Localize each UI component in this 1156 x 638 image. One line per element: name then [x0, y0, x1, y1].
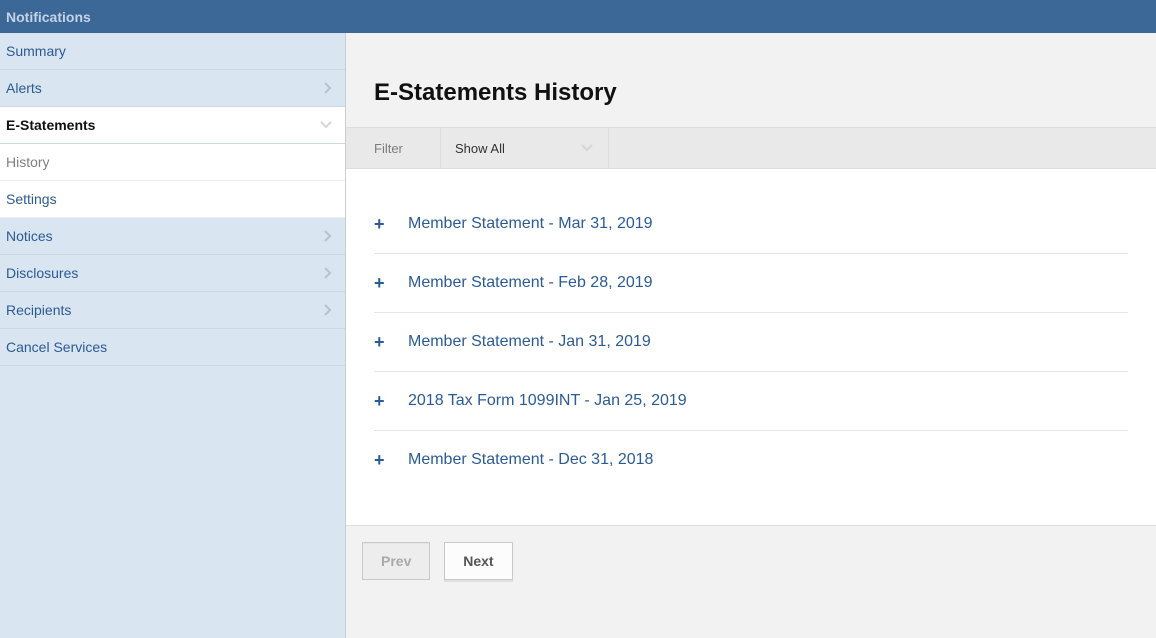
- statements-list: + Member Statement - Mar 31, 2019 + Memb…: [346, 169, 1156, 525]
- sidebar-item-summary[interactable]: Summary: [0, 33, 345, 70]
- sidebar-item-label: Alerts: [6, 80, 42, 96]
- chevron-right-icon: [323, 266, 333, 280]
- expand-icon: +: [374, 392, 408, 410]
- sidebar-item-label: Cancel Services: [6, 339, 107, 355]
- sidebar-item-label: Disclosures: [6, 265, 78, 281]
- sidebar-item-alerts[interactable]: Alerts: [0, 70, 345, 107]
- sidebar-item-disclosures[interactable]: Disclosures: [0, 255, 345, 292]
- chevron-down-icon: [580, 143, 594, 153]
- statement-label: Member Statement - Mar 31, 2019: [408, 215, 653, 233]
- sidebar-item-notices[interactable]: Notices: [0, 218, 345, 255]
- sidebar-item-label: Settings: [6, 191, 57, 207]
- statement-label: Member Statement - Feb 28, 2019: [408, 274, 653, 292]
- prev-button: Prev: [362, 542, 430, 580]
- sidebar-item-label: Summary: [6, 43, 66, 59]
- sidebar-item-cancel-services[interactable]: Cancel Services: [0, 329, 345, 366]
- expand-icon: +: [374, 215, 408, 233]
- filter-select-value: Show All: [455, 141, 505, 156]
- statement-label: 2018 Tax Form 1099INT - Jan 25, 2019: [408, 392, 687, 410]
- chevron-right-icon: [323, 303, 333, 317]
- statement-row[interactable]: + Member Statement - Mar 31, 2019: [374, 195, 1128, 254]
- sidebar-item-label: History: [6, 154, 50, 170]
- chevron-down-icon: [319, 120, 333, 130]
- expand-icon: +: [374, 274, 408, 292]
- chevron-right-icon: [323, 81, 333, 95]
- expand-icon: +: [374, 333, 408, 351]
- sidebar-item-e-statements[interactable]: E-Statements: [0, 107, 345, 144]
- sidebar-item-history[interactable]: History: [0, 144, 345, 181]
- filter-label: Filter: [346, 128, 441, 168]
- next-button[interactable]: Next: [444, 542, 512, 580]
- pager: Prev Next: [346, 525, 1156, 604]
- statement-label: Member Statement - Dec 31, 2018: [408, 451, 653, 469]
- statement-row[interactable]: + Member Statement - Feb 28, 2019: [374, 254, 1128, 313]
- page-title: E-Statements History: [374, 79, 1156, 107]
- statement-row[interactable]: + 2018 Tax Form 1099INT - Jan 25, 2019: [374, 372, 1128, 431]
- sidebar-item-recipients[interactable]: Recipients: [0, 292, 345, 329]
- sidebar-item-label: Notices: [6, 228, 53, 244]
- app-header: Notifications: [0, 0, 1156, 33]
- filter-bar: Filter Show All: [346, 127, 1156, 169]
- chevron-right-icon: [323, 229, 333, 243]
- sidebar-item-label: E-Statements: [6, 117, 95, 133]
- sidebar-item-settings[interactable]: Settings: [0, 181, 345, 218]
- layout: Summary Alerts E-Statements History Sett…: [0, 33, 1156, 638]
- main-panel: E-Statements History Filter Show All + M…: [346, 33, 1156, 638]
- sidebar-item-label: Recipients: [6, 302, 71, 318]
- app-title: Notifications: [6, 9, 91, 25]
- expand-icon: +: [374, 451, 408, 469]
- statement-label: Member Statement - Jan 31, 2019: [408, 333, 651, 351]
- sidebar: Summary Alerts E-Statements History Sett…: [0, 33, 346, 638]
- filter-select[interactable]: Show All: [441, 128, 609, 168]
- statement-row[interactable]: + Member Statement - Dec 31, 2018: [374, 431, 1128, 489]
- statement-row[interactable]: + Member Statement - Jan 31, 2019: [374, 313, 1128, 372]
